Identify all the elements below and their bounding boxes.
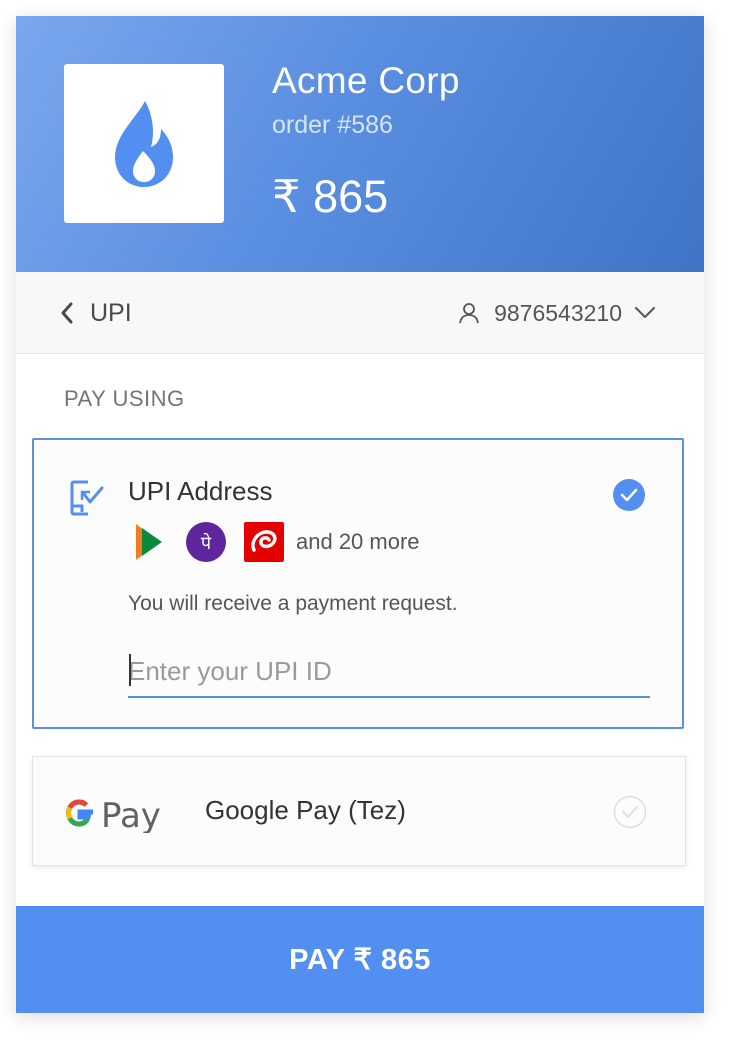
bhim-icon — [136, 524, 162, 560]
phonepe-logo: पे — [186, 522, 226, 562]
more-apps-text: and 20 more — [296, 529, 420, 554]
bhim-logo — [128, 522, 168, 562]
upi-address-option[interactable]: UPI Address पे and 20 more You will rece… — [32, 438, 684, 729]
merchant-name: Acme Corp — [272, 60, 460, 101]
section-title: PAY USING — [64, 386, 185, 411]
flame-icon — [115, 100, 173, 187]
chevron-left-icon — [61, 302, 73, 324]
airtel-icon — [244, 522, 284, 562]
upi-collect-icon — [70, 480, 104, 516]
order-id: order #586 — [272, 111, 393, 139]
merchant-logo — [64, 64, 224, 223]
upi-id-input[interactable] — [128, 646, 650, 698]
method-label: UPI — [90, 298, 132, 327]
order-amount: ₹ 865 — [272, 171, 389, 222]
user-icon — [459, 303, 479, 324]
google-pay-label: Google Pay (Tez) — [205, 795, 406, 825]
upi-address-title: UPI Address — [128, 476, 273, 506]
google-pay-logo: Pay — [65, 796, 161, 833]
unselected-check-icon — [613, 795, 647, 829]
contact-number: 9876543210 — [494, 299, 622, 326]
phonepe-icon: पे — [186, 522, 226, 562]
checkout-card: Acme Corp order #586 ₹ 865 UPI 987654321… — [16, 16, 704, 1013]
upi-app-logos: पे and 20 more — [128, 522, 420, 562]
text-caret — [129, 654, 131, 686]
chevron-down-icon — [635, 307, 655, 318]
phonepe-glyph: पे — [201, 532, 212, 554]
airtel-logo — [244, 522, 284, 562]
google-pay-logo-text: Pay — [101, 796, 161, 833]
contact-selector[interactable]: 9876543210 — [458, 294, 656, 332]
selected-check-icon — [613, 479, 645, 511]
payment-request-info: You will receive a payment request. — [128, 592, 458, 615]
back-button[interactable]: UPI — [60, 294, 132, 332]
checkout-header: Acme Corp order #586 ₹ 865 — [16, 16, 704, 272]
google-pay-option[interactable]: Pay Google Pay (Tez) — [32, 756, 686, 866]
method-topbar: UPI 9876543210 — [16, 272, 704, 354]
pay-button[interactable]: PAY ₹ 865 — [16, 906, 704, 1013]
